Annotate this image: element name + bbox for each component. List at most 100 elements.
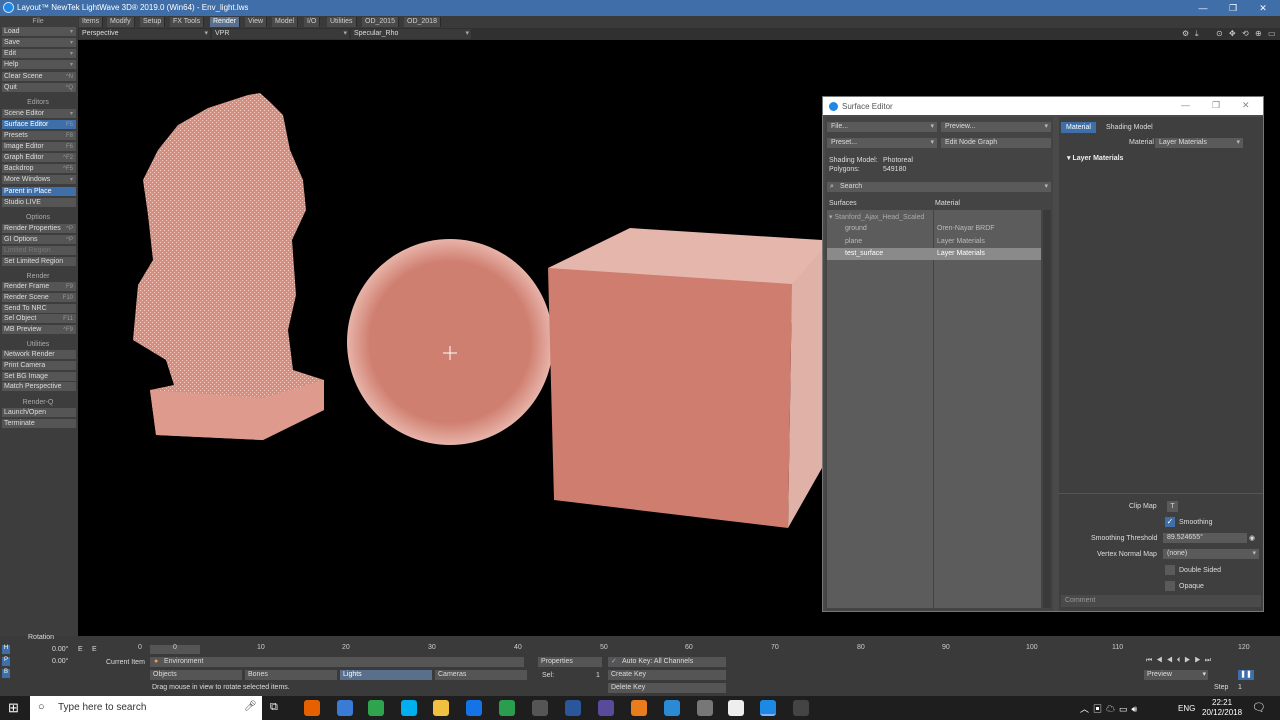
- windows-start-icon[interactable]: ⊞: [8, 701, 19, 715]
- tab-od-2015[interactable]: OD_2015: [362, 17, 399, 27]
- create-key-button[interactable]: Create Key: [608, 670, 726, 680]
- mb-preview-button[interactable]: MB Preview ^F9: [2, 325, 76, 335]
- print-camera-button[interactable]: Print Camera: [2, 361, 76, 371]
- app-icon[interactable]: [697, 700, 713, 716]
- tab-io[interactable]: I/O: [304, 17, 321, 27]
- move-icon[interactable]: ✥: [1229, 29, 1239, 39]
- set-bg-image-button[interactable]: Set BG Image: [2, 372, 76, 382]
- photoshop-icon[interactable]: [466, 700, 482, 716]
- se-maximize-button[interactable]: ❐: [1212, 100, 1220, 111]
- surface-row-test-surface[interactable]: test_surface Layer Materials: [827, 248, 1041, 260]
- gi-options-button[interactable]: GI Options ^P: [2, 235, 76, 245]
- clock-date[interactable]: 20/12/2018: [1202, 708, 1242, 717]
- sphere-object[interactable]: [347, 239, 553, 445]
- layer-materials-header[interactable]: ▾ Layer Materials: [1067, 154, 1123, 162]
- match-perspective-button[interactable]: Match Perspective: [2, 382, 76, 392]
- quit-button[interactable]: Quit ^Q: [2, 83, 76, 93]
- edit-menu[interactable]: Edit ▾: [2, 49, 76, 59]
- tab-material[interactable]: Material: [1061, 122, 1096, 133]
- render-frame-button[interactable]: Render Frame F9: [2, 282, 76, 292]
- objects-button[interactable]: Objects: [150, 670, 242, 680]
- word-icon[interactable]: [565, 700, 581, 716]
- surface-list-scrollbar[interactable]: [1043, 210, 1051, 608]
- backdrop-button[interactable]: Backdrop ^F5: [2, 164, 76, 174]
- surface-group-row[interactable]: ▾ Stanford_Ajax_Head_Scaled: [829, 213, 924, 221]
- tab-items[interactable]: Items: [79, 17, 104, 27]
- set-limited-region-button[interactable]: Set Limited Region: [2, 257, 76, 267]
- tab-fx-tools[interactable]: FX Tools: [170, 17, 205, 27]
- launch-open-button[interactable]: Launch/Open: [2, 408, 76, 418]
- help-menu[interactable]: Help ▾: [2, 60, 76, 70]
- cameras-button[interactable]: Cameras: [435, 670, 527, 680]
- download-icon[interactable]: ⤓: [1195, 29, 1205, 39]
- minimize-button[interactable]: —: [1188, 0, 1218, 16]
- app-icon[interactable]: [664, 700, 680, 716]
- target-icon[interactable]: ⊙: [1216, 29, 1226, 39]
- tab-setup[interactable]: Setup: [140, 17, 166, 27]
- app-icon[interactable]: [598, 700, 614, 716]
- step-value[interactable]: 1: [1238, 684, 1242, 691]
- comment-input[interactable]: Comment: [1061, 595, 1261, 607]
- smoothing-threshold-input[interactable]: 89.524655°: [1163, 533, 1247, 543]
- tab-view[interactable]: View: [245, 17, 268, 27]
- blender-icon[interactable]: [631, 700, 647, 716]
- system-tray-icons[interactable]: ︿▣☁▭🔊︎: [1080, 702, 1141, 715]
- lightwave-taskbar-icon[interactable]: [760, 700, 776, 716]
- ajax-bust-object[interactable]: [133, 93, 324, 440]
- se-minimize-button[interactable]: —: [1181, 100, 1190, 110]
- firefox-icon[interactable]: [304, 700, 320, 716]
- tab-render[interactable]: Render: [210, 17, 240, 27]
- envelope-button[interactable]: E: [78, 646, 83, 653]
- search-input[interactable]: Search ⌕ ▾: [827, 182, 1051, 192]
- terminate-button[interactable]: Terminate: [2, 419, 76, 429]
- cube-object[interactable]: [548, 228, 822, 528]
- limited-region-button[interactable]: Limited Region: [2, 246, 76, 256]
- current-item-select[interactable]: ● Environment: [150, 657, 524, 667]
- surface-row-ground[interactable]: ground Oren-Nayar BRDF: [827, 223, 1041, 234]
- double-sided-checkbox[interactable]: [1165, 565, 1175, 575]
- load-menu[interactable]: Load ▾: [2, 27, 76, 37]
- graph-editor-button[interactable]: Graph Editor ^F2: [2, 153, 76, 163]
- surface-editor-button[interactable]: Surface Editor F5: [2, 120, 76, 130]
- chrome-icon[interactable]: [368, 700, 384, 716]
- notifications-icon[interactable]: 🗨︎: [1252, 701, 1266, 714]
- gear-icon[interactable]: ⚙: [1182, 29, 1192, 39]
- preview-select[interactable]: Preview ▾: [1144, 670, 1208, 680]
- material-select[interactable]: Layer Materials ▾: [1155, 138, 1243, 148]
- clear-scene-button[interactable]: Clear Scene ^N: [2, 72, 76, 82]
- opaque-checkbox[interactable]: [1165, 581, 1175, 591]
- task-view-icon[interactable]: ⧉: [270, 701, 278, 714]
- language-indicator[interactable]: ENG: [1178, 704, 1195, 713]
- maximize-viewport-icon[interactable]: ▭: [1268, 29, 1278, 39]
- se-close-button[interactable]: ✕: [1242, 100, 1250, 111]
- view-type-select[interactable]: Perspective ▾: [79, 29, 210, 39]
- rotate-icon[interactable]: ⟲: [1242, 29, 1252, 39]
- close-button[interactable]: ✕: [1248, 0, 1278, 16]
- bank-axis-label[interactable]: B: [2, 669, 10, 678]
- image-editor-button[interactable]: Image Editor F6: [2, 142, 76, 152]
- tab-modify[interactable]: Modify: [107, 17, 135, 27]
- edge-icon[interactable]: [337, 700, 353, 716]
- more-windows-menu[interactable]: More Windows ▾: [2, 175, 76, 185]
- playback-controls[interactable]: ⏮◀◀⏴▶▶⏭: [1146, 657, 1276, 667]
- render-properties-button[interactable]: Render Properties ^P: [2, 224, 76, 234]
- file-dropdown[interactable]: File... ▾: [827, 122, 937, 132]
- network-render-button[interactable]: Network Render: [2, 350, 76, 360]
- tab-shading-model[interactable]: Shading Model: [1101, 122, 1158, 133]
- heading-value[interactable]: 0.00°: [52, 646, 68, 653]
- clock-time[interactable]: 22:21: [1212, 698, 1232, 707]
- excel-icon[interactable]: [499, 700, 515, 716]
- pause-button[interactable]: ❚❚: [1238, 670, 1254, 680]
- tab-utilities[interactable]: Utilities: [327, 17, 357, 27]
- bones-button[interactable]: Bones: [245, 670, 337, 680]
- vertex-normal-map-select[interactable]: (none) ▾: [1163, 549, 1259, 559]
- pitch-axis-label[interactable]: P: [2, 657, 10, 666]
- properties-button[interactable]: Properties: [538, 657, 602, 667]
- parent-in-place-toggle[interactable]: Parent in Place: [2, 187, 76, 197]
- file-explorer-icon[interactable]: [433, 700, 449, 716]
- heading-axis-label[interactable]: H: [2, 645, 10, 654]
- preset-dropdown[interactable]: Preset... ▾: [827, 138, 937, 148]
- presets-button[interactable]: Presets F8: [2, 131, 76, 141]
- studio-live-button[interactable]: Studio LIVE: [2, 198, 76, 208]
- surface-row-plane[interactable]: plane Layer Materials: [827, 236, 1041, 247]
